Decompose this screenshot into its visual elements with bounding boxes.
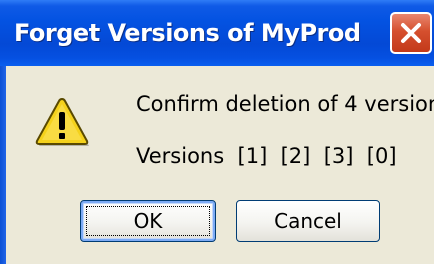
window-title: Forget Versions of MyProd bbox=[14, 19, 361, 47]
cancel-button-label: Cancel bbox=[274, 209, 342, 233]
close-button[interactable] bbox=[390, 12, 432, 54]
close-icon bbox=[401, 23, 421, 43]
dialog-window: Forget Versions of MyProd Confirm deleti… bbox=[0, 0, 434, 264]
warning-icon bbox=[34, 96, 90, 148]
cancel-button[interactable]: Cancel bbox=[236, 200, 380, 242]
ok-button[interactable]: OK bbox=[80, 200, 216, 242]
title-bar[interactable]: Forget Versions of MyProd bbox=[0, 0, 434, 66]
window-frame-left bbox=[0, 66, 6, 264]
focus-ring bbox=[86, 206, 210, 236]
versions-list: Versions [1] [2] [3] [0] bbox=[136, 144, 397, 168]
confirm-message: Confirm deletion of 4 versions: bbox=[136, 92, 434, 116]
